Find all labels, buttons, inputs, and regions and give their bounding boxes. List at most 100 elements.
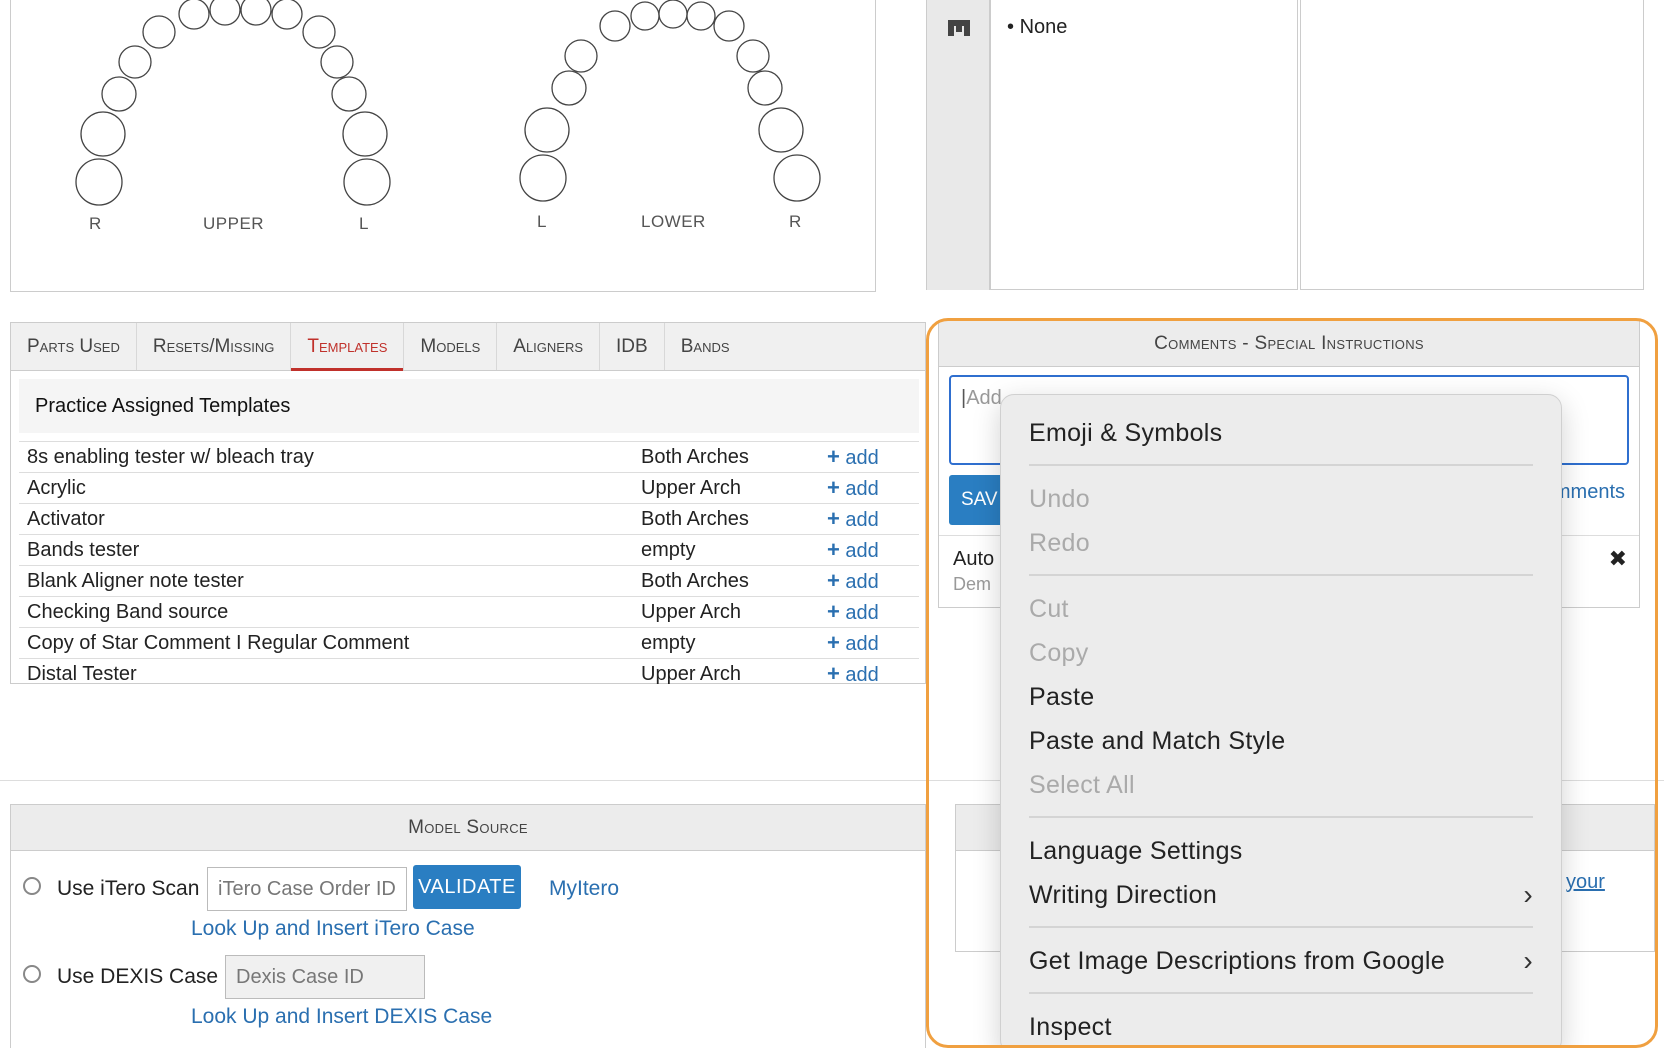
plus-icon: + [827,568,840,593]
menu-item-copy[interactable]: Copy [1029,631,1533,675]
table-row: Bands tester empty + add [19,534,919,566]
menu-item-inspect[interactable]: Inspect [1029,1005,1533,1048]
tab-resets-missing[interactable]: Resets/Missing [137,323,292,370]
template-arch: Both Arches [633,503,819,535]
tab-bands[interactable]: Bands [665,323,746,370]
plus-icon: + [827,506,840,531]
template-name: Activator [19,503,633,535]
chevron-right-icon: › [1523,945,1533,976]
table-row: Distal Tester Upper Arch + add [19,658,919,690]
lower-right-label: R [789,212,802,231]
menu-item-label: Cut [1029,594,1069,623]
template-name: Acrylic [19,472,633,504]
template-arch: Upper Arch [633,472,819,504]
comments-link[interactable]: mments [1554,481,1625,504]
tab-models[interactable]: Models [404,323,498,370]
template-arch: Upper Arch [633,596,819,628]
tooth-chart-panel: R UPPER L L LOWER R [10,0,876,292]
add-template-link[interactable]: + add [819,627,919,659]
itero-case-input[interactable]: iTero Case Order ID [207,867,407,911]
upper-teeth [75,0,391,206]
menu-item-label: Language Settings [1029,836,1243,865]
context-menu: Emoji & Symbols Undo Redo Cut Copy Paste Paste… [1000,394,1562,1048]
add-template-link[interactable]: + add [819,534,919,566]
menu-item-label: Redo [1029,528,1090,557]
comments-title: Comments - Special Instructions [939,321,1639,367]
delete-comment-icon[interactable]: ✖ [1609,546,1627,572]
template-arch: Both Arches [633,565,819,597]
menu-separator [1029,574,1533,576]
add-template-link[interactable]: + add [819,441,919,473]
menu-item-cut[interactable]: Cut [1029,587,1533,631]
template-name: Distal Tester [19,658,633,690]
table-row: Checking Band source Upper Arch + add [19,596,919,628]
partial-link[interactable]: your [1566,871,1605,894]
add-template-link[interactable]: + add [819,658,919,690]
tab-bar: Parts Used Resets/Missing Templates Mode… [11,323,925,371]
lower-left-label: L [537,212,547,231]
model-source-title: Model Source [11,805,925,851]
templates-panel: Parts Used Resets/Missing Templates Mode… [10,322,926,690]
menu-item-redo[interactable]: Redo [1029,521,1533,565]
list-item: • None [1007,16,1068,38]
plus-icon: + [827,599,840,624]
bracket-icon [948,20,970,36]
table-row: Copy of Star Comment I Regular Comment em… [19,627,919,659]
side-strip [926,0,990,290]
add-template-link[interactable]: + add [819,503,919,535]
menu-item-undo[interactable]: Undo [1029,477,1533,521]
menu-item-select-all[interactable]: Select All [1029,763,1533,807]
lower-info-box: • None [990,0,1298,290]
tab-templates[interactable]: Templates [291,323,405,371]
template-name: 8s enabling tester w/ bleach tray [19,441,633,473]
template-name: Blank Aligner note tester [19,565,633,597]
tab-parts-used[interactable]: Parts Used [11,323,137,370]
model-source-panel: Model Source Use iTero Scan iTero Case O… [10,804,926,1048]
menu-item-paste-and-match-style[interactable]: Paste and Match Style [1029,719,1533,763]
add-template-link[interactable]: + add [819,596,919,628]
table-row: Activator Both Arches + add [19,503,919,535]
upper-right-label: L [359,214,369,233]
tab-aligners[interactable]: Aligners [497,323,601,370]
dexis-label: Use DEXIS Case [57,965,219,988]
lookup-dexis-link[interactable]: Look Up and Insert DEXIS Case [191,1005,492,1029]
menu-item-label: Undo [1029,484,1090,513]
menu-item-emoji-symbols[interactable]: Emoji & Symbols [1029,411,1533,455]
add-template-link[interactable]: + add [819,472,919,504]
menu-separator [1029,992,1533,994]
template-arch: empty [633,534,819,566]
section-title: Practice Assigned Templates [19,379,919,433]
itero-label: Use iTero Scan [57,877,200,900]
menu-item-language-settings[interactable]: Language Settings [1029,829,1533,873]
menu-item-label: Writing Direction [1029,880,1218,909]
template-name: Copy of Star Comment I Regular Comment [19,627,633,659]
menu-item-label: Paste [1029,682,1095,711]
table-row: 8s enabling tester w/ bleach tray Both Ar… [19,441,919,473]
upper-arch-diagram [75,0,821,206]
menu-item-writing-direction[interactable]: Writing Direction › [1029,873,1533,917]
plus-icon: + [827,537,840,562]
dexis-case-input[interactable]: Dexis Case ID [225,955,425,999]
comment-subtext: Dem [953,574,992,594]
templates-table: 8s enabling tester w/ bleach tray Both Ar… [19,441,919,690]
tab-idb[interactable]: IDB [600,323,665,370]
template-arch: empty [633,627,819,659]
upper-left-label: R [89,214,102,233]
lookup-itero-link[interactable]: Look Up and Insert iTero Case [191,917,475,941]
menu-separator [1029,816,1533,818]
myitero-link[interactable]: MyItero [549,877,619,901]
dexis-radio[interactable] [23,965,41,983]
template-name: Checking Band source [19,596,633,628]
menu-item-label: Select All [1029,770,1135,799]
validate-button[interactable]: VALIDATE [413,865,521,909]
itero-radio[interactable] [23,877,41,895]
comment-placeholder: Add [966,387,1002,409]
menu-item-get-image-descriptions-from-google[interactable]: Get Image Descriptions from Google › [1029,939,1533,983]
lower-teeth [519,0,821,202]
menu-item-label: Paste and Match Style [1029,726,1286,755]
add-template-link[interactable]: + add [819,565,919,597]
chevron-right-icon: › [1523,879,1533,910]
template-name: Bands tester [19,534,633,566]
menu-item-paste[interactable]: Paste [1029,675,1533,719]
comment-author: Auto [953,548,995,570]
